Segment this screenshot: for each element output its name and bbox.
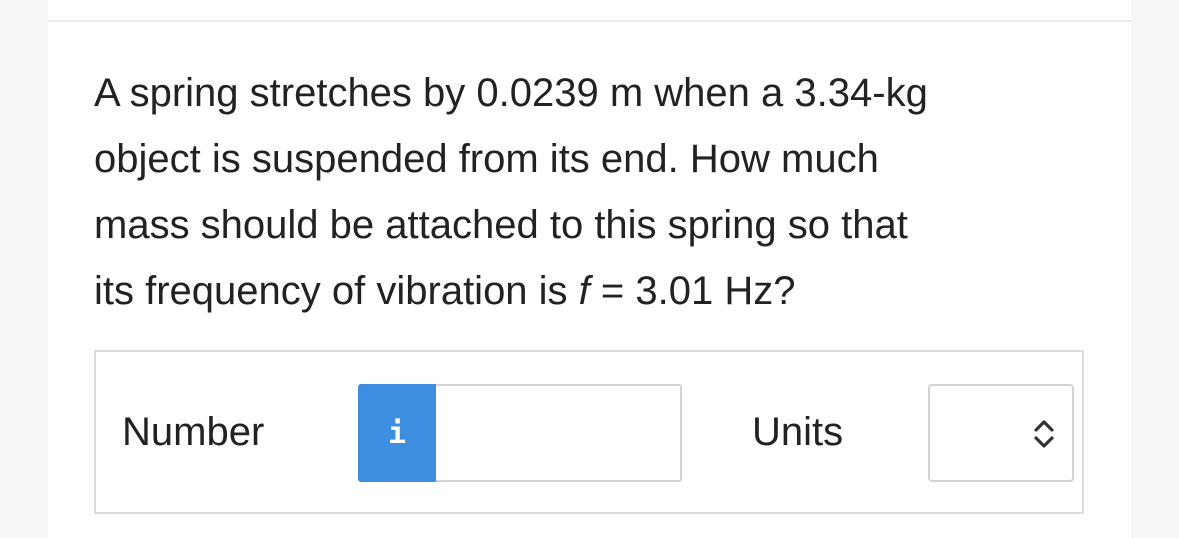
number-input[interactable] [436,384,682,482]
info-button[interactable]: i [358,384,436,482]
info-icon: i [387,415,407,451]
question-line-1: A spring stretches by 0.0239 m when a 3.… [94,71,928,115]
question-line-4-prefix: its frequency of vibration is [94,269,579,313]
frequency-variable: f [578,269,590,313]
right-gutter [1131,0,1179,538]
units-label: Units [752,410,844,454]
number-label: Number [122,410,265,454]
question-text: A spring stretches by 0.0239 m when a 3.… [94,60,1094,324]
question-line-2: object is suspended from its end. How mu… [94,137,879,181]
answer-box: Number i Units [94,350,1084,514]
units-select[interactable] [928,384,1074,482]
left-gutter [0,0,48,538]
question-line-4-suffix: = 3.01 Hz? [589,269,796,313]
question-line-3: mass should be attached to this spring s… [94,203,908,247]
chevron-up-down-icon [1034,420,1054,448]
question-card: A spring stretches by 0.0239 m when a 3.… [48,20,1131,538]
